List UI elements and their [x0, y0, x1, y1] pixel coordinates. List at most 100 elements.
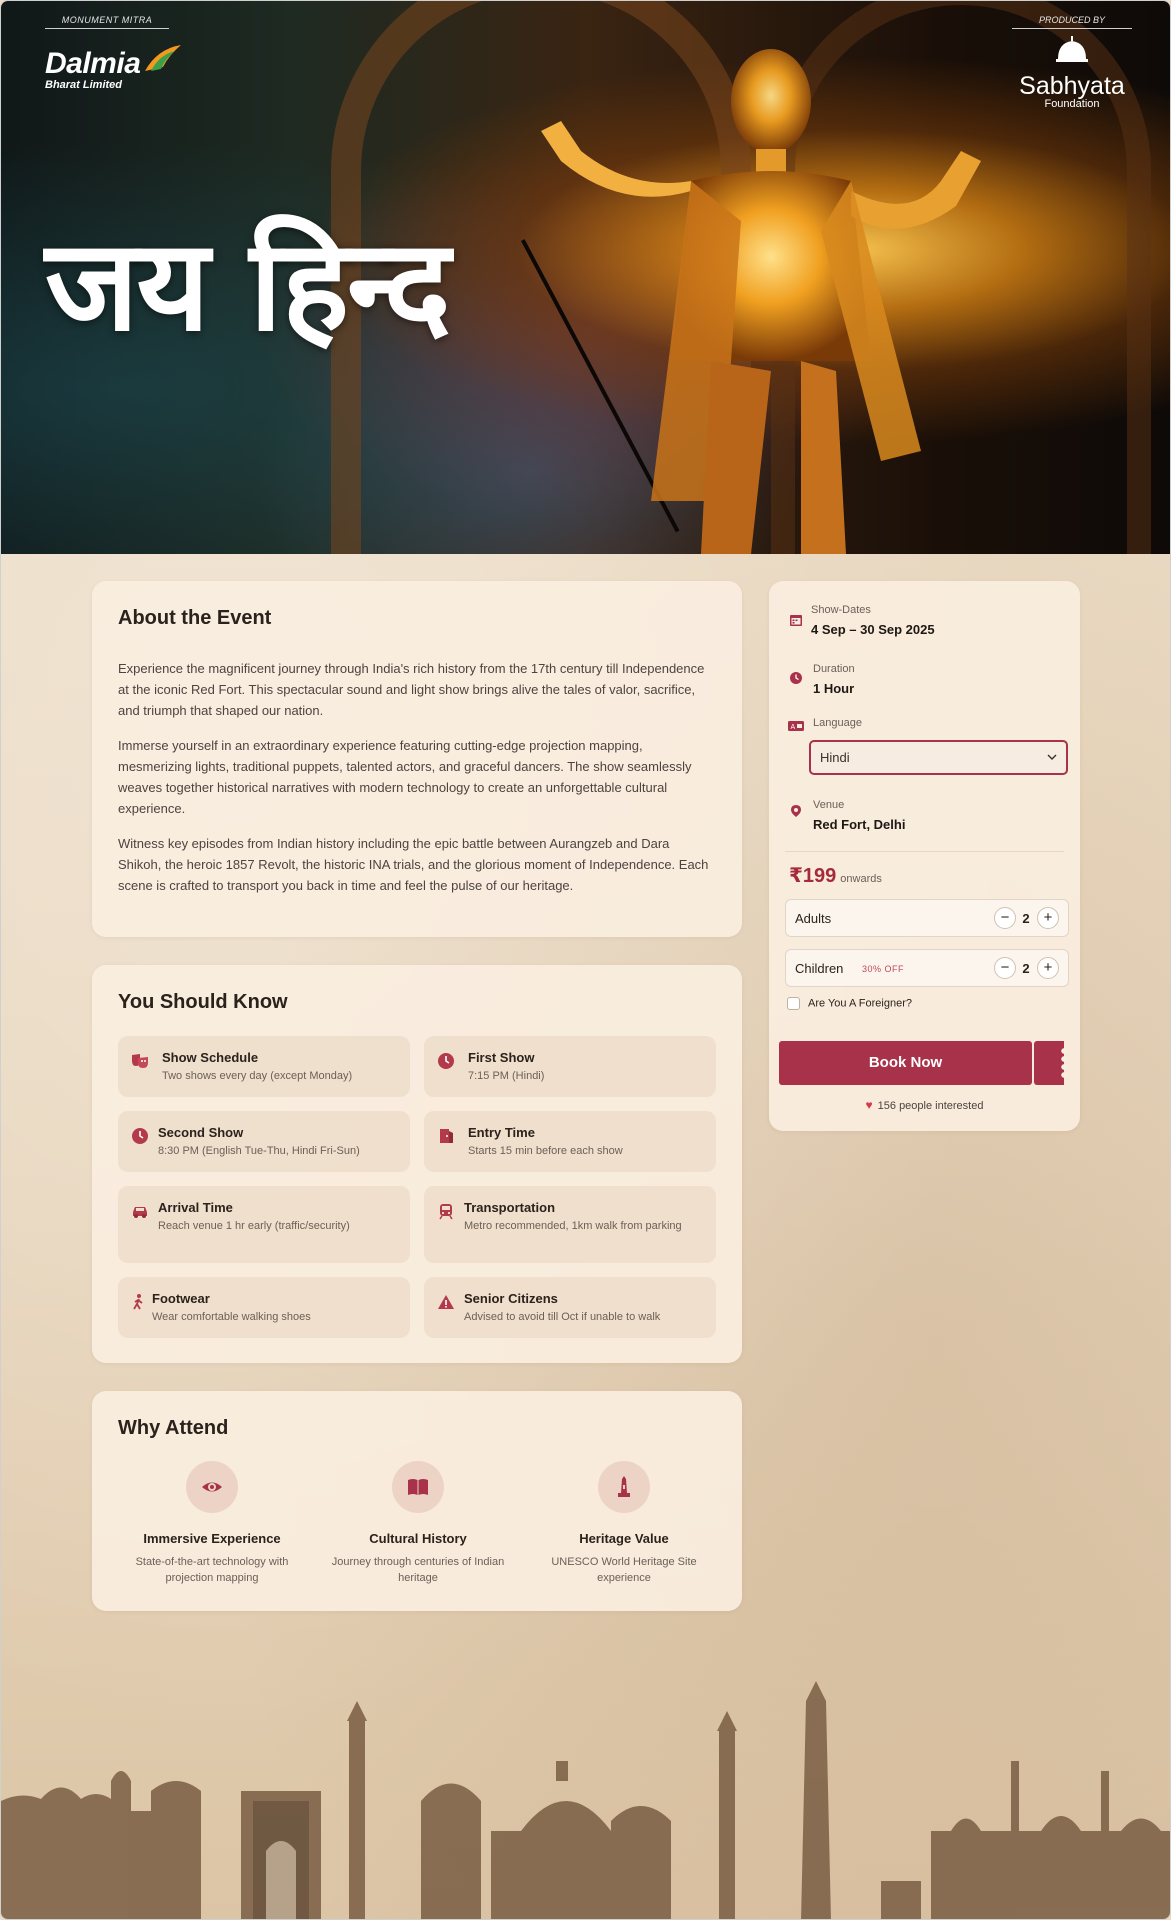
know-item-transportation: Transportation Metro recommended, 1km wa…: [424, 1186, 716, 1263]
know-item-desc: Two shows every day (except Monday): [162, 1070, 353, 1082]
price-suffix: onwards: [840, 873, 882, 885]
adults-decrement-button[interactable]: −: [994, 907, 1016, 929]
hero-title: जय हिन्द: [45, 212, 451, 359]
adults-label: Adults: [795, 911, 832, 926]
language-select-value: Hindi: [820, 750, 850, 765]
walking-icon: [133, 1294, 143, 1310]
know-item-title: Senior Citizens: [464, 1291, 558, 1306]
know-item-senior-citizens: Senior Citizens Advised to avoid till Oc…: [424, 1277, 716, 1338]
door-icon: [440, 1129, 453, 1143]
price-amount: ₹199: [789, 865, 837, 887]
foreigner-checkbox[interactable]: Are You A Foreigner?: [787, 997, 912, 1010]
booking-divider: [785, 851, 1064, 852]
know-item-show-schedule: Show Schedule Two shows every day (excep…: [118, 1036, 410, 1097]
know-item-title: Second Show: [158, 1125, 244, 1140]
know-item-arrival-time: Arrival Time Reach venue 1 hr early (tra…: [118, 1186, 410, 1263]
adults-increment-button[interactable]: +: [1037, 907, 1059, 929]
booking-card: Show-Dates 4 Sep – 30 Sep 2025 Duration …: [769, 581, 1080, 1131]
interest-count: ♥ 156 people interested: [769, 1098, 1080, 1112]
dalmia-logo[interactable]: MONUMENT MITRA Dalmia Bharat Limited: [45, 15, 181, 91]
train-icon: [439, 1204, 453, 1220]
know-item-desc: 7:15 PM (Hindi): [468, 1070, 545, 1082]
venue-label: Venue: [813, 799, 845, 811]
about-paragraph-3: Witness key episodes from Indian history…: [118, 836, 709, 893]
brand-left-tag: MONUMENT MITRA: [45, 15, 169, 29]
location-pin-icon: [791, 805, 801, 817]
chevron-down-icon: [1047, 754, 1057, 760]
warning-icon: [438, 1295, 454, 1309]
know-item-title: Arrival Time: [158, 1200, 233, 1215]
ticket-stub: [1034, 1041, 1067, 1085]
brand-right-tag: PRODUCED BY: [1012, 15, 1132, 29]
know-heading: You Should Know: [118, 991, 288, 1013]
hero-banner: MONUMENT MITRA Dalmia Bharat Limited PRO…: [1, 1, 1170, 554]
price: ₹199 onwards: [789, 863, 882, 888]
why-item-title: Heritage Value: [579, 1531, 669, 1546]
know-card: You Should Know Show Schedule Two shows …: [92, 965, 742, 1363]
book-now-button[interactable]: Book Now: [779, 1041, 1032, 1085]
why-item-title: Cultural History: [369, 1531, 467, 1546]
know-item-footwear: Footwear Wear comfortable walking shoes: [118, 1277, 410, 1338]
why-item-heritage: Heritage Value UNESCO World Heritage Sit…: [534, 1461, 714, 1586]
calendar-icon: [790, 615, 802, 626]
about-heading: About the Event: [118, 607, 272, 629]
know-item-title: First Show: [468, 1050, 535, 1065]
children-count: 2: [1022, 961, 1030, 976]
know-item-desc: 8:30 PM (English Tue-Thu, Hindi Fri-Sun): [158, 1145, 360, 1157]
svg-text:A: A: [791, 724, 796, 731]
page: MONUMENT MITRA Dalmia Bharat Limited PRO…: [0, 0, 1171, 1920]
clock-icon: [438, 1053, 454, 1069]
know-item-title: Transportation: [464, 1200, 556, 1215]
foreigner-label: Are You A Foreigner?: [808, 997, 912, 1010]
about-card: About the Event Experience the magnifice…: [92, 581, 742, 937]
why-item-desc: Journey through centuries of Indian heri…: [331, 1556, 505, 1584]
why-item-desc: UNESCO World Heritage Site experience: [551, 1556, 697, 1584]
children-stepper: Children 30% OFF − 2 +: [785, 949, 1069, 987]
know-item-title: Show Schedule: [162, 1050, 259, 1065]
why-icon-circle: [598, 1461, 650, 1513]
adults-count: 2: [1022, 911, 1030, 926]
book-icon: [408, 1479, 428, 1495]
children-label: Children: [795, 961, 844, 976]
children-decrement-button[interactable]: −: [994, 957, 1016, 979]
show-dates-label: Show-Dates: [811, 604, 871, 616]
adults-stepper: Adults − 2 +: [785, 899, 1069, 937]
bird-logo-icon: [145, 45, 181, 71]
why-item-cultural: Cultural History Journey through centuri…: [328, 1461, 508, 1586]
show-dates-value: 4 Sep – 30 Sep 2025: [811, 622, 935, 637]
monument-skyline-illustration: [1, 1681, 1170, 1919]
know-item-desc: Wear comfortable walking shoes: [152, 1311, 311, 1323]
brand-left-sub: Bharat Limited: [45, 79, 123, 91]
children-increment-button[interactable]: +: [1037, 957, 1059, 979]
know-item-first-show: First Show 7:15 PM (Hindi): [424, 1036, 716, 1097]
know-item-desc: Reach venue 1 hr early (traffic/security…: [158, 1220, 350, 1232]
why-item-immersive: Immersive Experience State-of-the-art te…: [122, 1461, 302, 1586]
duration-value: 1 Hour: [813, 681, 855, 696]
language-select[interactable]: Hindi: [809, 740, 1068, 775]
dome-logo-icon: [1056, 36, 1088, 62]
theater-masks-icon: [132, 1054, 148, 1068]
why-icon-circle: [186, 1461, 238, 1513]
children-discount-badge: 30% OFF: [862, 964, 905, 974]
know-item-second-show: Second Show 8:30 PM (English Tue-Thu, Hi…: [118, 1111, 410, 1172]
why-item-desc: State-of-the-art technology with project…: [135, 1556, 289, 1584]
know-item-title: Entry Time: [468, 1125, 535, 1140]
clock-icon: [132, 1128, 148, 1144]
venue-value: Red Fort, Delhi: [813, 817, 906, 832]
heart-icon: ♥: [865, 1098, 873, 1112]
puppet-image: [541, 49, 981, 554]
interest-text: 156 people interested: [877, 1100, 984, 1112]
why-item-title: Immersive Experience: [143, 1531, 281, 1546]
foreigner-checkbox-box[interactable]: [787, 997, 800, 1010]
monument-icon: [618, 1476, 630, 1497]
about-paragraph-2: Immerse yourself in an extraordinary exp…: [118, 738, 692, 816]
eye-icon: [202, 1482, 222, 1492]
brand-right-name: Sabhyata: [1019, 72, 1125, 100]
car-icon: [133, 1207, 147, 1218]
about-paragraph-1: Experience the magnificent journey throu…: [118, 661, 705, 718]
know-item-desc: Advised to avoid till Oct if unable to w…: [464, 1311, 661, 1323]
know-item-entry-time: Entry Time Starts 15 min before each sho…: [424, 1111, 716, 1172]
sabhyata-logo[interactable]: PRODUCED BY Sabhyata Foundation: [1012, 15, 1132, 110]
know-item-desc: Metro recommended, 1km walk from parking: [464, 1220, 682, 1232]
duration-label: Duration: [813, 663, 855, 675]
